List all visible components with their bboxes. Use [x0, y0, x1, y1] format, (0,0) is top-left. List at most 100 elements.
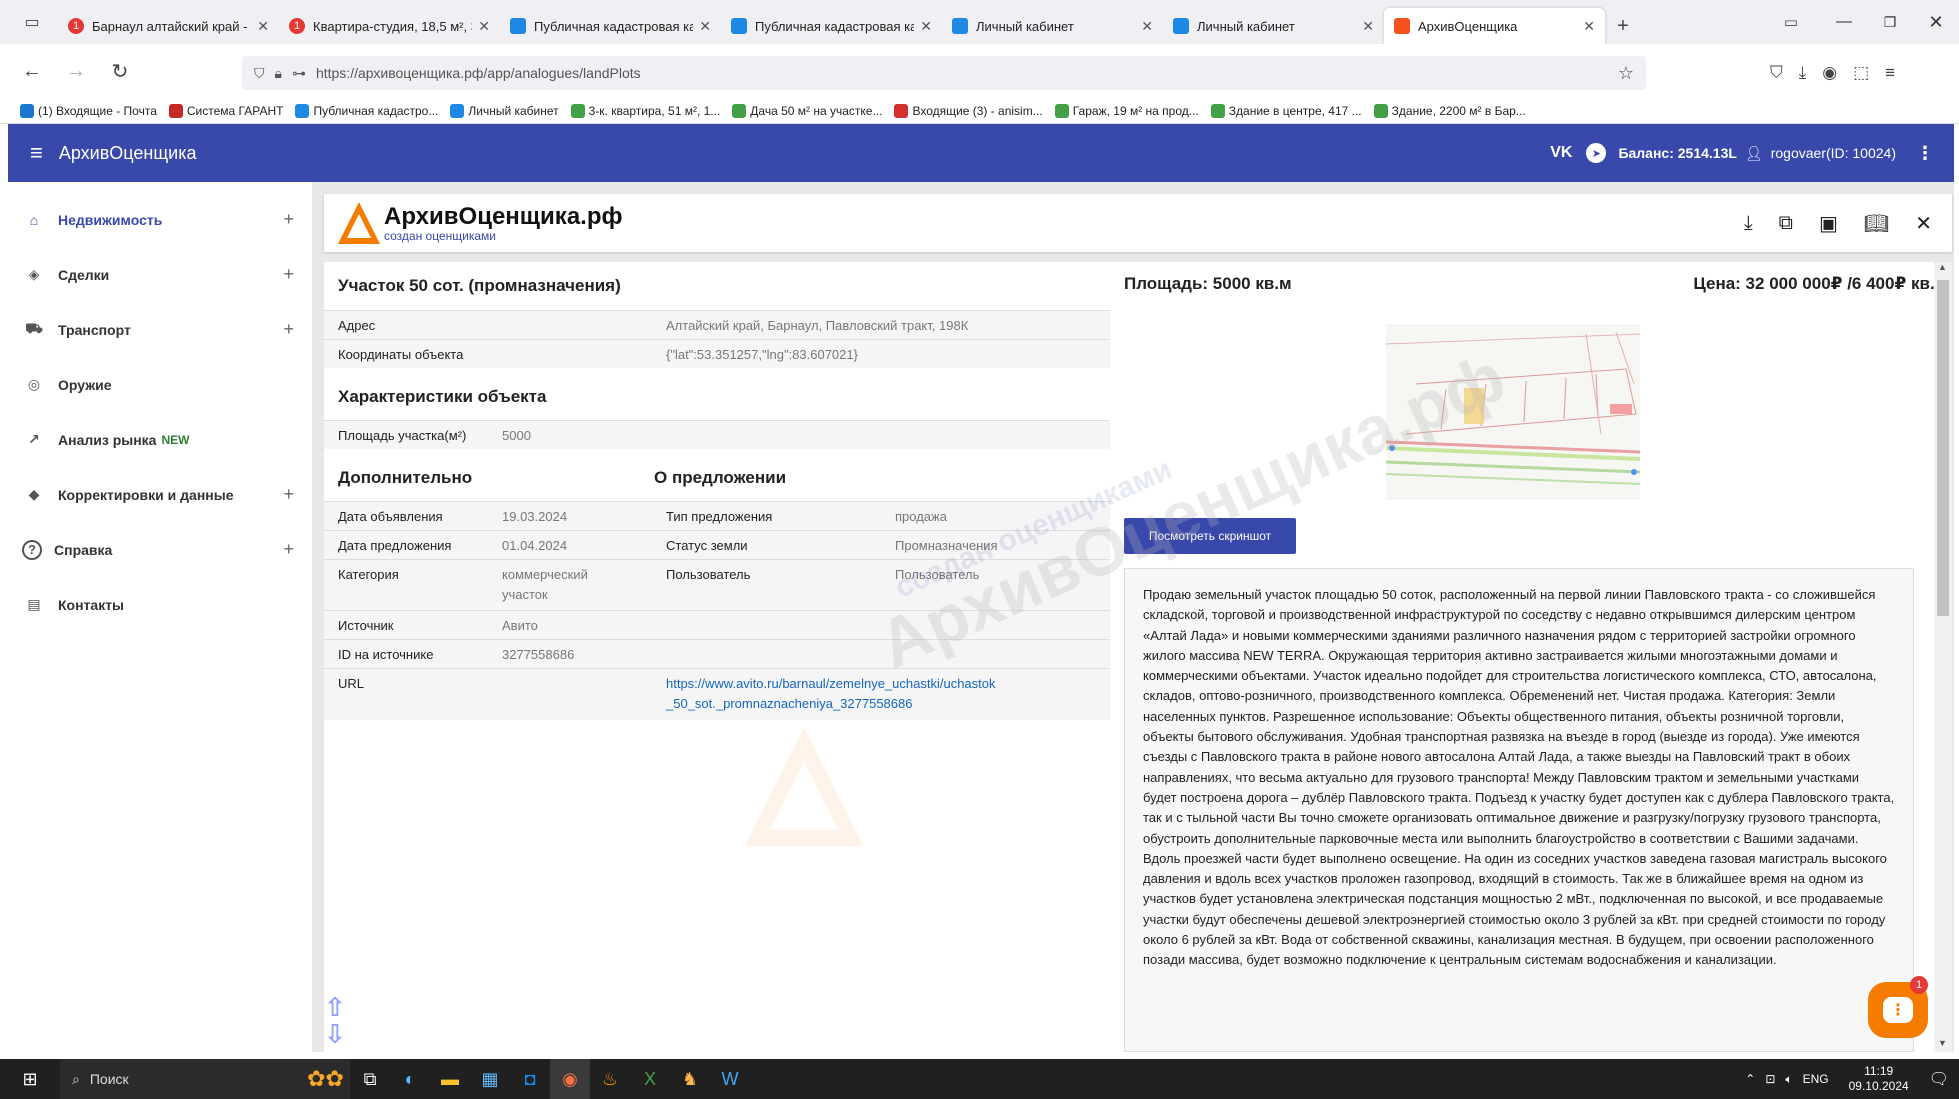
close-tab-icon[interactable]: ✕	[1583, 18, 1595, 35]
outlook-icon[interactable]: ◘	[510, 1059, 550, 1099]
close-tab-icon[interactable]: ✕	[699, 18, 711, 35]
user-name[interactable]: rogovaer(ID: 10024)	[1771, 145, 1896, 161]
sidebar-item[interactable]: ◎ Оружие	[8, 357, 312, 412]
sidebar: ⌂ Недвижимость + ◈ Сделки + ⛟ Транспорт + ◎ Оружие…	[8, 182, 312, 1052]
close-tab-icon[interactable]: ✕	[478, 18, 490, 35]
close-tab-icon[interactable]: ✕	[920, 18, 932, 35]
pocket-icon[interactable]: ⛉	[1770, 63, 1783, 83]
expand-plus-icon[interactable]: +	[283, 484, 294, 505]
sidebar-item[interactable]: ⛟ Транспорт +	[8, 302, 312, 357]
bookmark-item[interactable]: Система ГАРАНТ	[168, 103, 283, 118]
taskbar-search[interactable]: ⌕ Поиск ✿✿	[60, 1059, 350, 1099]
expand-plus-icon[interactable]: +	[283, 209, 294, 230]
close-tab-icon[interactable]: ✕	[1141, 18, 1153, 35]
download-icon[interactable]: ⤓	[1744, 212, 1753, 235]
permissions-icon[interactable]: ⊶	[292, 65, 306, 82]
bookmark-item[interactable]: 3-к. квартира, 51 м², 1...	[570, 103, 720, 118]
app-menu-icon[interactable]: ≡	[1885, 63, 1895, 83]
minimize-button[interactable]: —	[1821, 13, 1867, 31]
extensions-icon[interactable]: ⬚	[1853, 63, 1869, 83]
scroll-down-icon[interactable]: ▼	[1938, 1038, 1947, 1048]
bookmark-item[interactable]: Публичная кадастро...	[295, 103, 438, 118]
game-app-icon[interactable]: ♞	[670, 1059, 710, 1099]
bookmark-item[interactable]: Личный кабинет	[450, 103, 559, 118]
site-favicon-icon	[1394, 18, 1410, 34]
notifications-icon[interactable]: 🗨︎	[1929, 1069, 1949, 1089]
expand-plus-icon[interactable]: +	[283, 319, 294, 340]
scroll-up-icon[interactable]: ▲	[1938, 262, 1947, 272]
scroll-down-arrow-icon[interactable]: ⇩	[324, 1019, 346, 1050]
word-icon[interactable]: W	[710, 1059, 750, 1099]
store-icon[interactable]: ▦	[470, 1059, 510, 1099]
edge-icon[interactable]: ◐	[390, 1059, 430, 1099]
close-tab-icon[interactable]: ✕	[1362, 18, 1374, 35]
browser-tab[interactable]: Личный кабинет ✕	[1163, 8, 1384, 44]
sidebar-item[interactable]: ◈ Сделки +	[8, 247, 312, 302]
browser-tab[interactable]: АрхивОценщика ✕	[1384, 8, 1605, 44]
restore-button[interactable]: ❐	[1867, 14, 1913, 31]
expand-plus-icon[interactable]: +	[283, 539, 294, 560]
telegram-icon[interactable]: ➤	[1586, 143, 1607, 163]
url-text[interactable]: https://архивоценщика.рф/app/analogues/l…	[316, 65, 641, 81]
browser-tab[interactable]: 1 Барнаул алтайский край - Купи ✕	[58, 8, 279, 44]
chat-badge: 1	[1910, 976, 1928, 994]
lock-icon[interactable]: 🔒︎	[275, 65, 282, 82]
tray-clock[interactable]: 11:19 09.10.2024	[1849, 1064, 1909, 1094]
tab-overview-icon[interactable]: ▭	[14, 0, 50, 44]
bookmark-item[interactable]: Гараж, 19 м² на прод...	[1054, 103, 1199, 118]
expand-plus-icon[interactable]: +	[283, 264, 294, 285]
bookmark-item[interactable]: Здание в центре, 417 ...	[1210, 103, 1362, 118]
hamburger-menu-icon[interactable]: ≡	[30, 140, 43, 166]
info-row-area: Площадь участка(м²) 5000	[324, 420, 1110, 449]
windows-start-icon[interactable]: ⊞	[0, 1059, 60, 1099]
bookmark-item[interactable]: (1) Входящие - Почта	[20, 103, 157, 118]
tray-language[interactable]: ENG	[1803, 1072, 1829, 1086]
view-screenshot-button[interactable]: Посмотреть скриншот	[1124, 518, 1296, 554]
close-icon[interactable]: ✕	[1915, 211, 1932, 236]
list-tabs-icon[interactable]: ▭	[1761, 13, 1821, 31]
task-view-icon[interactable]: ⧉	[350, 1059, 390, 1099]
sidebar-item[interactable]: ▤ Контакты	[8, 577, 312, 632]
flame-app-icon[interactable]: ♨	[590, 1059, 630, 1099]
sidebar-item[interactable]: ↗ Анализ рынка NEW	[8, 412, 312, 467]
browser-tab[interactable]: Публичная кадастровая карта ✕	[721, 8, 942, 44]
new-tab-button[interactable]: +	[1605, 8, 1641, 44]
tray-chevron-icon[interactable]: ⌃	[1745, 1072, 1755, 1086]
sidebar-item[interactable]: ◆ Корректировки и данные +	[8, 467, 312, 522]
avito-link[interactable]: https://www.avito.ru/barnaul/zemelnye_uc…	[666, 674, 996, 715]
scrollbar-thumb[interactable]	[1937, 280, 1949, 616]
info-row-category: Категория коммерческий участок Пользоват…	[324, 559, 1110, 610]
bookmark-item[interactable]: Входящие (3) - anisim...	[894, 103, 1043, 118]
close-window-button[interactable]: ✕	[1913, 12, 1959, 33]
back-button[interactable]: ←	[14, 53, 50, 89]
tray-volume-icon[interactable]: 🔈︎	[1785, 1072, 1792, 1087]
account-icon[interactable]: ◉	[1822, 63, 1837, 83]
downloads-icon[interactable]: ⤓	[1799, 63, 1807, 83]
browser-tab[interactable]: 1 Квартира-студия, 18,5 м², 3/5 э ✕	[279, 8, 500, 44]
explorer-icon[interactable]: ▬	[430, 1059, 470, 1099]
screenshot-icon[interactable]: ⧉	[1779, 212, 1793, 235]
cadastral-map-image[interactable]	[1386, 324, 1640, 500]
tab-title: Публичная кадастровая карта	[534, 18, 694, 34]
reload-button[interactable]: ↻	[102, 53, 138, 89]
bookmark-item[interactable]: Дача 50 м² на участке...	[732, 103, 882, 118]
bookmark-star-icon[interactable]: ☆	[1618, 63, 1634, 84]
browser-tab[interactable]: Публичная кадастровая карта ✕	[500, 8, 721, 44]
firefox-icon[interactable]: ◉	[550, 1059, 590, 1099]
close-tab-icon[interactable]: ✕	[257, 18, 269, 35]
more-vert-icon[interactable]: ⋮	[1916, 143, 1934, 164]
browser-tab[interactable]: Личный кабинет ✕	[942, 8, 1163, 44]
excel-icon[interactable]: X	[630, 1059, 670, 1099]
sidebar-item[interactable]: ⌂ Недвижимость +	[8, 192, 312, 247]
sidebar-item[interactable]: ? Справка +	[8, 522, 312, 577]
forward-button[interactable]: →	[58, 53, 94, 89]
map-book-icon[interactable]: 📖︎	[1864, 211, 1889, 236]
tab-title: Личный кабинет	[1197, 18, 1295, 34]
scrollbar-track[interactable]: ▲ ▼	[1934, 262, 1952, 1052]
tray-network-icon[interactable]: ⊡	[1765, 1072, 1775, 1086]
url-bar[interactable]: ⛉ 🔒︎ ⊶ https://архивоценщика.рф/app/anal…	[242, 56, 1646, 90]
shield-icon[interactable]: ⛉	[254, 65, 265, 82]
vk-icon[interactable]: VK	[1550, 144, 1572, 162]
image-icon[interactable]: ▣	[1819, 211, 1838, 236]
bookmark-item[interactable]: Здание, 2200 м² в Бар...	[1373, 103, 1526, 118]
